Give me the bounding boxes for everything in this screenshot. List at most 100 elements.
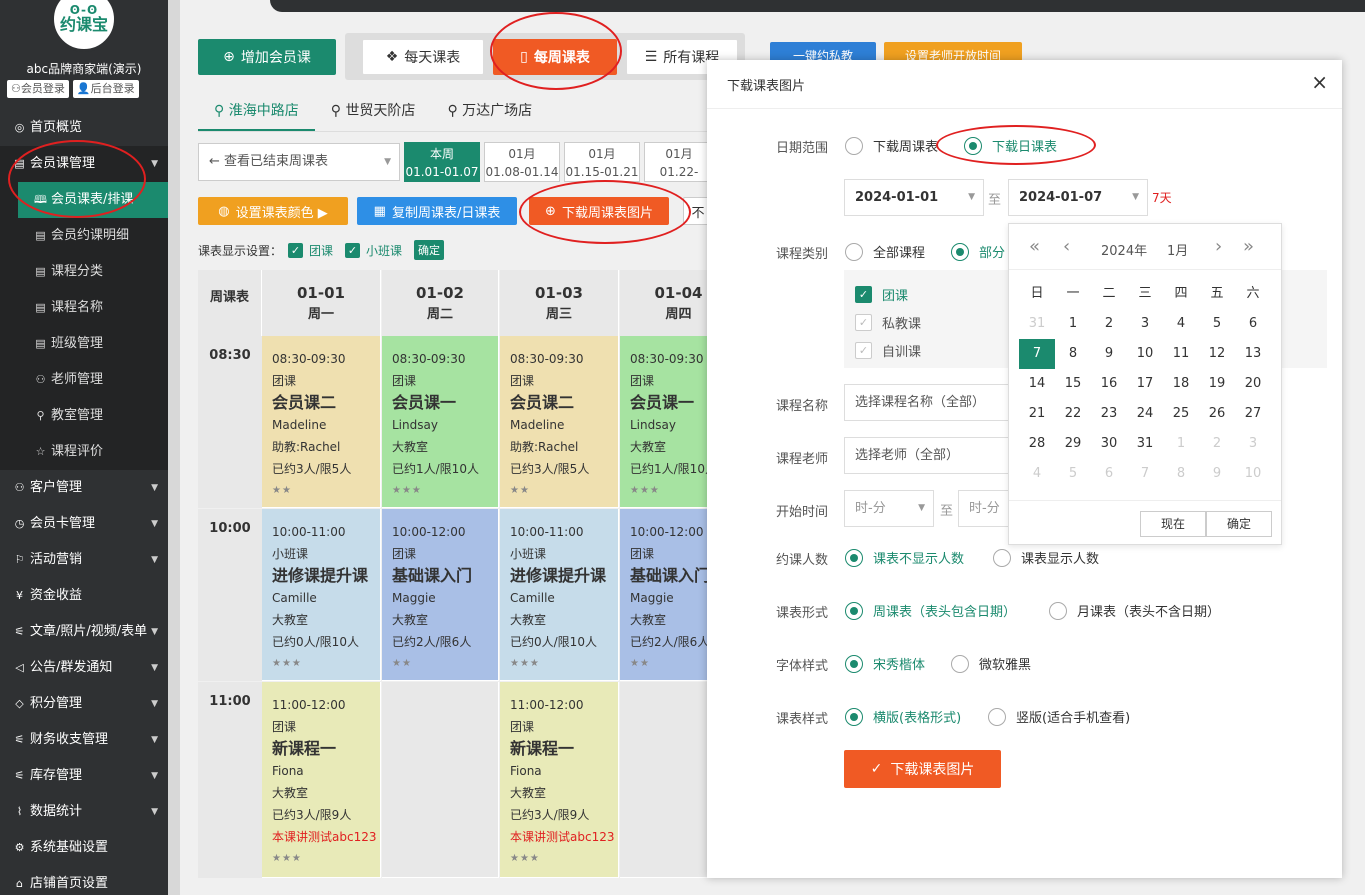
start-time-to[interactable]: 时-分 — [958, 490, 1013, 527]
week-2[interactable]: 01月 01.08-01.14 — [484, 142, 560, 182]
calendar-day[interactable]: 28 — [1019, 429, 1055, 459]
week-3[interactable]: 01月 01.15-01.21 — [564, 142, 640, 182]
calendar-day[interactable]: 8 — [1163, 459, 1199, 489]
small-class-checkbox[interactable]: ✓ — [345, 242, 361, 258]
calendar-day[interactable]: 12 — [1199, 339, 1235, 369]
calendar-day[interactable]: 18 — [1163, 369, 1199, 399]
category-group[interactable]: ✓ 团课 — [855, 285, 908, 304]
end-date-input[interactable]: 2024-01-07 ▼ — [1008, 179, 1148, 216]
opt-hide-count[interactable]: 课表不显示人数 — [845, 548, 964, 567]
opt-show-count[interactable]: 课表显示人数 — [993, 548, 1099, 567]
calendar-day[interactable]: 24 — [1127, 399, 1163, 429]
calendar-day[interactable]: 21 — [1019, 399, 1055, 429]
opt-horizontal[interactable]: 横版(表格形式) — [845, 707, 961, 726]
calendar-day[interactable]: 23 — [1091, 399, 1127, 429]
calendar-day[interactable]: 13 — [1235, 339, 1271, 369]
ended-schedule-select[interactable]: ← 查看已结束周课表 ▼ — [198, 143, 400, 181]
calendar-day[interactable]: 26 — [1199, 399, 1235, 429]
calendar-day[interactable]: 22 — [1055, 399, 1091, 429]
calendar-day[interactable]: 10 — [1235, 459, 1271, 489]
calendar-month[interactable]: 1月 — [1167, 240, 1188, 259]
course-name-select[interactable]: 选择课程名称（全部） — [844, 384, 1014, 421]
opt-monthly-form[interactable]: 月课表（表头不含日期） — [1049, 601, 1220, 620]
sidebar-item-5[interactable]: ▤ 课程名称 — [0, 290, 168, 326]
sidebar-item-7[interactable]: ⚇ 老师管理 — [0, 362, 168, 398]
calendar-day[interactable]: 25 — [1163, 399, 1199, 429]
sidebar-item-13[interactable]: ¥ 资金收益 — [0, 578, 168, 614]
calendar-day[interactable]: 20 — [1235, 369, 1271, 399]
opt-font-yahei[interactable]: 微软雅黑 — [951, 654, 1031, 673]
opt-weekly-form[interactable]: 周课表（表头包含日期） — [845, 601, 1016, 620]
calendar-day[interactable]: 14 — [1019, 369, 1055, 399]
logo[interactable]: ʘ-ʘ 约课宝 — [51, 0, 117, 52]
download-schedule-image-button[interactable]: ✓ 下载课表图片 — [844, 750, 1001, 788]
course-cell[interactable]: 08:30-09:30 团课 会员课二 Madeline 助教:Rachel 已约3人/限… — [262, 336, 381, 508]
sidebar-item-14[interactable]: ⚟ 文章/照片/视频/表单 ▼ — [0, 614, 168, 650]
calendar-day[interactable]: 29 — [1055, 429, 1091, 459]
sidebar-item-11[interactable]: ◷ 会员卡管理 ▼ — [0, 506, 168, 542]
calendar-ok-button[interactable]: 确定 — [1206, 511, 1272, 537]
sidebar-item-19[interactable]: ⌇ 数据统计 ▼ — [0, 794, 168, 830]
sidebar-item-20[interactable]: ⚙ 系统基础设置 — [0, 830, 168, 866]
sidebar-item-15[interactable]: ◁ 公告/群发通知 ▼ — [0, 650, 168, 686]
opt-font-kai[interactable]: 宋秀楷体 — [845, 654, 925, 673]
sidebar-item-3[interactable]: ▤ 会员约课明细 — [0, 218, 168, 254]
copy-schedule-button[interactable]: ▦ 复制周课表/日课表 — [357, 197, 517, 225]
sidebar-item-8[interactable]: ⚲ 教室管理 — [0, 398, 168, 434]
group-checkbox[interactable]: ✓ — [288, 242, 304, 258]
course-cell[interactable]: 11:00-12:00 团课 新课程一 Fiona 大教室 已约3人/限9人 本课讲测试ab… — [262, 682, 381, 878]
calendar-day[interactable]: 11 — [1163, 339, 1199, 369]
start-date-input[interactable]: 2024-01-01 ▼ — [844, 179, 984, 216]
calendar-day[interactable]: 7 — [1127, 459, 1163, 489]
sidebar-item-10[interactable]: ⚇ 客户管理 ▼ — [0, 470, 168, 506]
close-icon[interactable]: × — [1311, 70, 1328, 94]
sidebar-item-18[interactable]: ⚟ 库存管理 ▼ — [0, 758, 168, 794]
sidebar-item-9[interactable]: ☆ 课程评价 — [0, 434, 168, 470]
sidebar-item-16[interactable]: ◇ 积分管理 ▼ — [0, 686, 168, 722]
calendar-day[interactable]: 1 — [1163, 429, 1199, 459]
week-current[interactable]: 本周 01.01-01.07 — [404, 142, 480, 182]
admin-login-button[interactable]: 👤后台登录 — [72, 80, 139, 98]
calendar-day[interactable]: 30 — [1091, 429, 1127, 459]
opt-all-courses[interactable]: 全部课程 — [845, 242, 925, 261]
calendar-day[interactable]: 16 — [1091, 369, 1127, 399]
tab-store-wanda[interactable]: ⚲ 万达广场店 — [431, 97, 548, 131]
week-4[interactable]: 01月01.22-01.28 — [644, 142, 714, 182]
add-course-button[interactable]: ⊕ 增加会员课 — [198, 39, 336, 75]
calendar-day[interactable]: 31 — [1019, 309, 1055, 339]
schedule-color-button[interactable]: ◍ 设置课表颜色 ▶ — [198, 197, 348, 225]
sidebar-item-6[interactable]: ▤ 班级管理 — [0, 326, 168, 362]
opt-vertical[interactable]: 竖版(适合手机查看) — [988, 707, 1130, 726]
calendar-now-button[interactable]: 现在 — [1140, 511, 1206, 537]
calendar-day[interactable]: 9 — [1199, 459, 1235, 489]
chevron-left-icon[interactable]: ‹ — [1063, 236, 1070, 257]
calendar-day[interactable]: 31 — [1127, 429, 1163, 459]
display-settings-ok-button[interactable]: 确定 — [414, 240, 445, 260]
tab-store-shimao[interactable]: ⚲ 世贸天阶店 — [315, 97, 432, 131]
opt-partial-courses[interactable]: 部分 — [951, 242, 1005, 261]
tab-store-huaihai[interactable]: ⚲ 淮海中路店 — [198, 97, 315, 131]
calendar-day[interactable]: 1 — [1055, 309, 1091, 339]
teacher-select[interactable]: 选择老师（全部） — [844, 437, 1014, 474]
calendar-day[interactable]: 9 — [1091, 339, 1127, 369]
sidebar-item-21[interactable]: ⌂ 店铺首页设置 — [0, 866, 168, 895]
sidebar-item-12[interactable]: ⚐ 活动营销 ▼ — [0, 542, 168, 578]
calendar-day[interactable]: 3 — [1235, 429, 1271, 459]
chevron-right-icon[interactable]: › — [1215, 236, 1222, 257]
course-cell[interactable]: 10:00-11:00 小班课 进修课提升课 Camille 大教室 已约0人/限10人 ★… — [500, 509, 619, 681]
calendar-day[interactable]: 27 — [1235, 399, 1271, 429]
course-cell[interactable]: 08:30-09:30 团课 会员课一 Lindsay 大教室 已约1人/限10人 ★★★ — [382, 336, 499, 508]
calendar-year[interactable]: 2024年 — [1101, 240, 1147, 259]
category-private[interactable]: ✓ 私教课 — [855, 313, 921, 332]
category-self-training[interactable]: ✓ 自训课 — [855, 341, 921, 360]
course-cell[interactable]: 11:00-12:00 团课 新课程一 Fiona 大教室 已约3人/限9人 本课讲测试ab… — [500, 682, 619, 878]
calendar-day[interactable]: 5 — [1199, 309, 1235, 339]
calendar-day[interactable]: 2 — [1199, 429, 1235, 459]
start-time-from[interactable]: 时-分 ▼ — [844, 490, 934, 527]
opt-download-weekly[interactable]: 下载周课表 — [845, 136, 938, 155]
calendar-day[interactable]: 4 — [1163, 309, 1199, 339]
calendar-day[interactable]: 6 — [1235, 309, 1271, 339]
calendar-day[interactable]: 19 — [1199, 369, 1235, 399]
sidebar-item-17[interactable]: ⚟ 财务收支管理 ▼ — [0, 722, 168, 758]
calendar-day[interactable]: 6 — [1091, 459, 1127, 489]
